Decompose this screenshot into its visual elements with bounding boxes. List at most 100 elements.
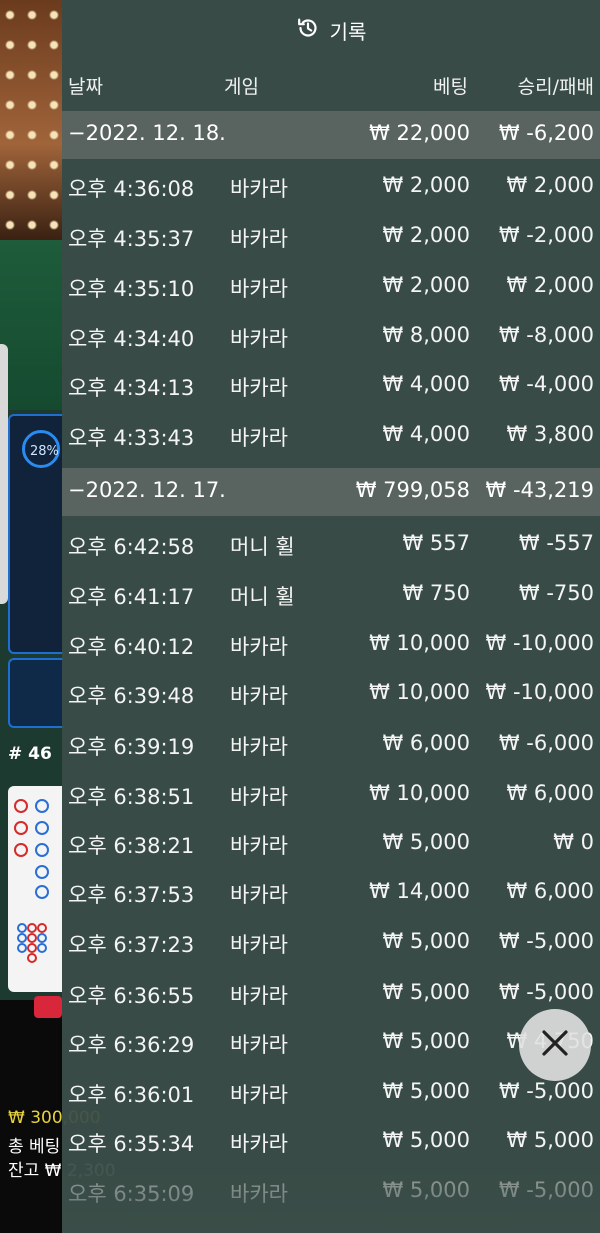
- history-row[interactable]: 오후 6:36:55 바카라 ₩ 5,000 ₩ -5,000: [62, 970, 600, 1020]
- row-game: 바카라: [230, 785, 288, 809]
- row-time: 오후 4:33:43: [68, 426, 195, 450]
- row-win-loss: ₩ 5,000: [506, 1128, 594, 1152]
- row-bet: ₩ 2,000: [382, 173, 470, 197]
- timer-progress-ring: 28%: [22, 430, 60, 468]
- history-row[interactable]: 오후 6:39:19 바카라 ₩ 6,000 ₩ -6,000: [62, 721, 600, 771]
- bead-road-scoreboard: [8, 786, 62, 992]
- row-bet: ₩ 5,000: [382, 929, 470, 953]
- group-bet-total: ₩ 22,000: [369, 121, 470, 145]
- row-game: 바카라: [230, 635, 288, 659]
- row-win-loss: ₩ 2,000: [506, 273, 594, 297]
- history-row[interactable]: 오후 6:37:53 바카라 ₩ 14,000 ₩ 6,000: [62, 869, 600, 919]
- row-win-loss: ₩ 6,000: [506, 879, 594, 903]
- row-game: 바카라: [230, 834, 288, 858]
- group-bet-total: ₩ 799,058: [355, 478, 470, 502]
- row-bet: ₩ 5,000: [382, 1128, 470, 1152]
- history-row[interactable]: 오후 6:36:01 바카라 ₩ 5,000 ₩ -5,000: [62, 1069, 600, 1119]
- row-game: 바카라: [230, 277, 288, 301]
- row-bet: ₩ 750: [402, 581, 470, 605]
- background-chandelier: [0, 0, 62, 240]
- row-game: 바카라: [230, 327, 288, 351]
- row-bet: ₩ 8,000: [382, 323, 470, 347]
- row-game: 바카라: [230, 1033, 288, 1057]
- row-win-loss: ₩ 2,000: [506, 173, 594, 197]
- close-button[interactable]: [519, 1009, 591, 1081]
- history-row[interactable]: 오후 6:40:12 바카라 ₩ 10,000 ₩ -10,000: [62, 621, 600, 671]
- row-bet: ₩ 10,000: [369, 680, 470, 704]
- row-bet: ₩ 10,000: [369, 781, 470, 805]
- row-bet: ₩ 5,000: [382, 1079, 470, 1103]
- history-row[interactable]: 오후 6:42:58 머니 휠 ₩ 557 ₩ -557: [62, 521, 600, 571]
- row-bet: ₩ 557: [402, 531, 470, 555]
- total-bet-label: 총 베팅: [8, 1137, 61, 1157]
- row-time: 오후 6:42:58: [68, 535, 195, 559]
- row-win-loss: ₩ 3,800: [506, 422, 594, 446]
- row-game: 바카라: [230, 735, 288, 759]
- history-row[interactable]: 오후 6:35:34 바카라 ₩ 5,000 ₩ 5,000: [62, 1118, 600, 1168]
- row-bet: ₩ 2,000: [382, 273, 470, 297]
- row-bet: ₩ 5,000: [382, 980, 470, 1004]
- row-game: 바카라: [230, 684, 288, 708]
- row-time: 오후 4:34:40: [68, 327, 195, 351]
- row-time: 오후 4:35:10: [68, 277, 195, 301]
- row-game: 바카라: [230, 1083, 288, 1107]
- history-row[interactable]: 오후 4:34:13 바카라 ₩ 4,000 ₩ -4,000: [62, 362, 600, 412]
- row-win-loss: ₩ -8,000: [498, 323, 594, 347]
- row-time: 오후 4:34:13: [68, 376, 195, 400]
- row-time: 오후 6:36:29: [68, 1033, 195, 1057]
- row-game: 바카라: [230, 1182, 288, 1206]
- row-time: 오후 6:36:01: [68, 1083, 195, 1107]
- row-time: 오후 6:39:48: [68, 684, 195, 708]
- background-action-button[interactable]: [8, 658, 64, 728]
- history-row[interactable]: 오후 6:39:48 바카라 ₩ 10,000 ₩ -10,000: [62, 670, 600, 720]
- row-win-loss: ₩ -5,000: [498, 1178, 594, 1202]
- row-bet: ₩ 5,000: [382, 1029, 470, 1053]
- row-bet: ₩ 2,000: [382, 223, 470, 247]
- row-game: 바카라: [230, 177, 288, 201]
- row-time: 오후 6:37:53: [68, 883, 195, 907]
- group-date: −2022. 12. 17.: [68, 478, 226, 502]
- history-row[interactable]: 오후 6:35:09 바카라 ₩ 5,000 ₩ -5,000: [62, 1168, 600, 1218]
- date-group-header[interactable]: −2022. 12. 17. ₩ 799,058 ₩ -43,219: [62, 468, 600, 516]
- row-game: 바카라: [230, 227, 288, 251]
- history-row[interactable]: 오후 4:33:43 바카라 ₩ 4,000 ₩ 3,800: [62, 412, 600, 462]
- column-win-loss: 승리/패배: [517, 76, 594, 98]
- row-bet: ₩ 5,000: [382, 830, 470, 854]
- background-table: [0, 240, 62, 410]
- row-time: 오후 6:39:19: [68, 735, 195, 759]
- history-row[interactable]: 오후 4:36:08 바카라 ₩ 2,000 ₩ 2,000: [62, 163, 600, 213]
- group-date: −2022. 12. 18.: [68, 121, 226, 145]
- row-win-loss: ₩ -2,000: [498, 223, 594, 247]
- column-bet: 베팅: [433, 76, 468, 98]
- date-group-header[interactable]: −2022. 12. 18. ₩ 22,000 ₩ -6,200: [62, 111, 600, 159]
- side-drawer-handle[interactable]: [0, 344, 8, 604]
- row-win-loss: ₩ 0: [553, 830, 594, 854]
- history-icon: [296, 16, 320, 44]
- row-game: 바카라: [230, 984, 288, 1008]
- row-time: 오후 4:36:08: [68, 177, 195, 201]
- history-row[interactable]: 오후 6:38:21 바카라 ₩ 5,000 ₩ 0: [62, 820, 600, 870]
- row-bet: ₩ 10,000: [369, 631, 470, 655]
- history-row[interactable]: 오후 4:34:40 바카라 ₩ 8,000 ₩ -8,000: [62, 313, 600, 363]
- round-number: # 46: [8, 744, 52, 764]
- row-time: 오후 6:37:23: [68, 933, 195, 957]
- new-badge: [34, 996, 62, 1018]
- row-game: 머니 휠: [230, 535, 295, 559]
- history-row[interactable]: 오후 6:37:23 바카라 ₩ 5,000 ₩ -5,000: [62, 919, 600, 969]
- history-row[interactable]: 오후 6:38:51 바카라 ₩ 10,000 ₩ 6,000: [62, 771, 600, 821]
- history-row[interactable]: 오후 4:35:10 바카라 ₩ 2,000 ₩ 2,000: [62, 263, 600, 313]
- row-bet: ₩ 4,000: [382, 372, 470, 396]
- row-game: 바카라: [230, 426, 288, 450]
- row-win-loss: ₩ -5,000: [498, 980, 594, 1004]
- row-time: 오후 6:41:17: [68, 585, 195, 609]
- history-row[interactable]: 오후 6:41:17 머니 휠 ₩ 750 ₩ -750: [62, 571, 600, 621]
- row-time: 오후 6:35:34: [68, 1132, 195, 1156]
- history-row[interactable]: 오후 4:35:37 바카라 ₩ 2,000 ₩ -2,000: [62, 213, 600, 263]
- close-icon: [539, 1027, 571, 1063]
- bead-road-icon: [14, 799, 49, 963]
- row-win-loss: ₩ -4,000: [498, 372, 594, 396]
- row-game: 바카라: [230, 883, 288, 907]
- row-win-loss: ₩ -750: [518, 581, 594, 605]
- row-time: 오후 6:35:09: [68, 1182, 195, 1206]
- row-bet: ₩ 5,000: [382, 1178, 470, 1202]
